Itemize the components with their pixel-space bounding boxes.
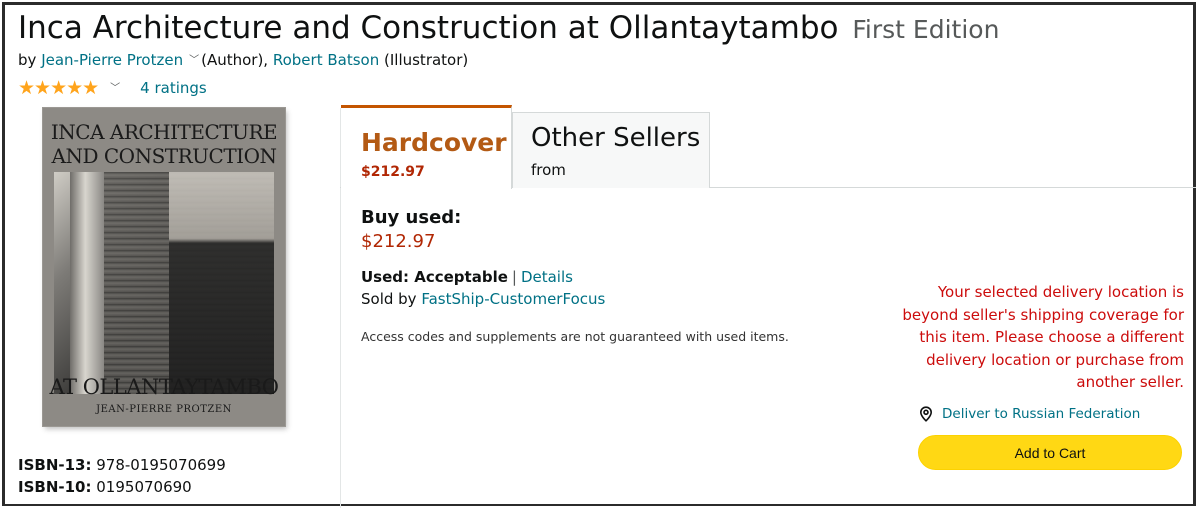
- details-link[interactable]: Details: [521, 268, 573, 286]
- condition-row: Used: Acceptable | Details: [361, 268, 573, 286]
- sold-by-label: Sold by: [361, 290, 417, 308]
- cover-title-line2: AND CONSTRUCTION: [51, 144, 277, 168]
- byline-prefix: by: [18, 51, 37, 69]
- tab-other-sellers-label: Other Sellers: [531, 123, 701, 153]
- used-items-note: Access codes and supplements are not gua…: [361, 329, 789, 344]
- product-title: Inca Architecture and Construction at Ol…: [18, 10, 999, 46]
- cover-title-line3: AT OLLANTAYTAMBO: [49, 375, 279, 399]
- deliver-to-text: Deliver to Russian Federation: [942, 406, 1141, 422]
- isbn10-value: 0195070690: [96, 478, 192, 496]
- add-to-cart-button[interactable]: Add to Cart: [918, 435, 1182, 470]
- tab-hardcover-label: Hardcover: [361, 128, 507, 157]
- shipping-warning: Your selected delivery location is beyon…: [902, 283, 1184, 391]
- author-link[interactable]: Jean-Pierre Protzen: [41, 51, 183, 69]
- star-rating-icon[interactable]: ★★★★★: [18, 77, 99, 99]
- cover-column: [70, 172, 104, 394]
- isbn13-value: 978-0195070699: [96, 456, 226, 474]
- ratings-row: ★★★★★ ﹀ 4 ratings: [18, 77, 207, 99]
- byline: by Jean-Pierre Protzen ﹀ (Author), Robert …: [18, 51, 468, 69]
- chevron-down-icon[interactable]: ﹀: [189, 51, 199, 66]
- cover-title-line1: INCA ARCHITECTURE: [50, 120, 278, 144]
- sold-by-row: Sold by FastShip-CustomerFocus: [361, 290, 605, 308]
- seller-link[interactable]: FastShip-CustomerFocus: [421, 290, 605, 308]
- separator: |: [511, 268, 517, 286]
- buy-used-label: Buy used:: [361, 207, 462, 228]
- isbn10-label: ISBN-10:: [18, 478, 92, 496]
- tab-hardcover[interactable]: Hardcover $212.97: [341, 105, 512, 189]
- cover-author: JEAN-PIERRE PROTZEN: [96, 404, 232, 415]
- cover-shadow: [169, 172, 274, 394]
- isbn13-row: ISBN-13: 978-0195070699: [18, 456, 226, 474]
- deliver-to-link[interactable]: Deliver to Russian Federation: [918, 406, 1140, 422]
- isbn10-row: ISBN-10: 0195070690: [18, 478, 192, 496]
- product-title-text: Inca Architecture and Construction at Ol…: [18, 10, 839, 46]
- illustrator-link[interactable]: Robert Batson: [273, 51, 379, 69]
- illustrator-role: (Illustrator): [384, 51, 469, 69]
- cover-title-top: INCA ARCHITECTURE AND CONSTRUCTION: [43, 120, 285, 168]
- tab-other-sellers[interactable]: Other Sellers from: [512, 112, 710, 188]
- condition-label: Used: Acceptable: [361, 268, 508, 286]
- chevron-down-icon[interactable]: ﹀: [110, 79, 120, 94]
- book-cover-image[interactable]: INCA ARCHITECTURE AND CONSTRUCTION AT OL…: [43, 108, 285, 426]
- used-price: $212.97: [361, 231, 436, 252]
- author-role: (Author),: [201, 51, 269, 69]
- ratings-count-link[interactable]: 4 ratings: [140, 79, 207, 97]
- cover-photo: [54, 172, 274, 394]
- tab-hardcover-price: $212.97: [361, 164, 425, 180]
- edition-label: First Edition: [852, 15, 1000, 44]
- tab-other-sellers-sub: from: [531, 161, 566, 179]
- location-pin-icon: [919, 406, 933, 422]
- isbn13-label: ISBN-13:: [18, 456, 92, 474]
